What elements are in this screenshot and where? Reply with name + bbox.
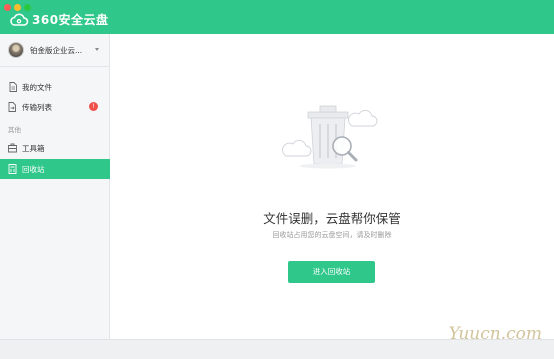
avatar	[8, 42, 24, 58]
sidebar: 铂金版企业云... 我的文件 传输列表 ! 其他 工具箱 回收站	[0, 34, 110, 339]
title-bar: 360安全云盘	[0, 0, 554, 34]
sidebar-item-label: 工具箱	[22, 143, 45, 153]
account-name: 铂金版企业云...	[30, 45, 83, 55]
sidebar-item-recycle-bin[interactable]: 回收站	[0, 159, 110, 179]
transfer-icon	[8, 102, 17, 112]
maximize-window-button[interactable]	[24, 4, 31, 11]
close-window-button[interactable]	[4, 4, 11, 11]
watermark: Yuucn.com	[448, 324, 542, 344]
sidebar-item-my-files[interactable]: 我的文件	[0, 77, 110, 97]
divider	[0, 66, 110, 67]
notification-badge: !	[89, 102, 98, 111]
cloud-logo-icon	[9, 13, 29, 27]
sidebar-item-label: 回收站	[22, 164, 45, 174]
minimize-window-button[interactable]	[14, 4, 21, 11]
app-title: 360安全云盘	[32, 13, 109, 27]
recycle-bin-icon	[8, 164, 17, 174]
app-window: 360安全云盘 铂金版企业云... 我的文件 传输列表 ! 其他 工具箱 回收站…	[0, 0, 554, 359]
empty-recycle-bin-illustration	[280, 94, 380, 178]
sidebar-item-label: 传输列表	[22, 102, 52, 112]
empty-state-subtitle: 回收站占用您的云盘空间，请及时删除	[272, 231, 392, 239]
empty-state-title: 文件误删，云盘帮你保管	[263, 211, 401, 226]
group-label: 其他	[8, 126, 21, 134]
file-icon	[8, 82, 17, 92]
toolbox-icon	[8, 143, 17, 153]
sidebar-item-transfer-list[interactable]: 传输列表 !	[0, 97, 110, 117]
sidebar-item-toolbox[interactable]: 工具箱	[0, 138, 110, 158]
app-logo: 360安全云盘	[9, 11, 109, 28]
enter-recycle-bin-button[interactable]: 进入回收站	[288, 261, 375, 283]
sidebar-item-label: 我的文件	[22, 82, 52, 92]
account-switcher[interactable]: 铂金版企业云...	[0, 34, 110, 66]
chevron-down-icon[interactable]	[95, 48, 99, 51]
main-content: 文件误删，云盘帮你保管 回收站占用您的云盘空间，请及时删除 进入回收站	[110, 34, 554, 339]
